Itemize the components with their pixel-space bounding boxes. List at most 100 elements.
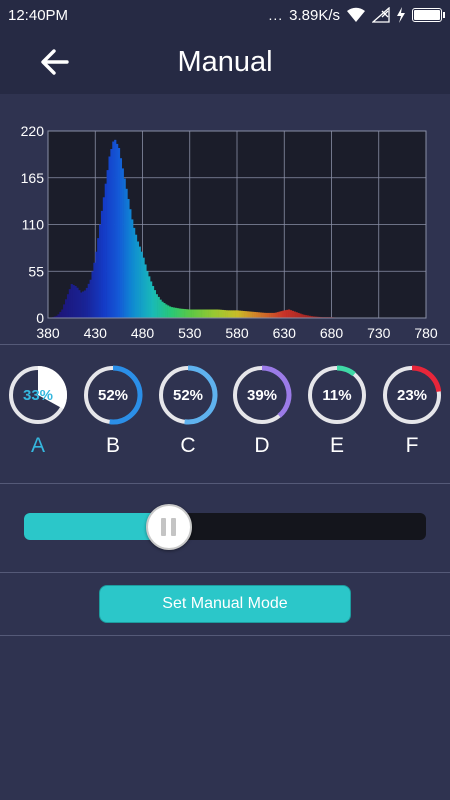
- spectrum-bar: [133, 227, 136, 318]
- spectrum-bar: [227, 310, 230, 318]
- channel-percent: 52%: [172, 386, 204, 404]
- spectrum-bar: [157, 296, 160, 318]
- spectrum-bar: [80, 292, 83, 318]
- channel-selector: 33% A 52% B 52% C 39% D 11% E 23% F: [0, 356, 450, 466]
- spectrum-bar: [214, 309, 217, 318]
- spectrum-bar: [168, 306, 172, 318]
- spectrum-bar: [78, 290, 81, 318]
- spectrum-bar: [244, 311, 247, 318]
- spectrum-bar: [151, 286, 155, 318]
- spectrum-bar: [106, 170, 109, 318]
- spectrum-bar: [57, 314, 60, 318]
- x-tick-label: 430: [84, 325, 108, 341]
- spectrum-bar: [269, 312, 272, 318]
- back-button[interactable]: [30, 42, 80, 82]
- spectrum-bar: [95, 251, 98, 318]
- channel-e[interactable]: 11% E: [306, 364, 368, 464]
- spectrum-bar: [142, 257, 145, 318]
- spectrum-bar: [66, 294, 70, 318]
- spectrum-bar: [208, 309, 211, 318]
- spectrum-bar: [93, 262, 96, 318]
- channel-percent: 33%: [22, 386, 54, 404]
- set-manual-mode-button[interactable]: Set Manual Mode: [99, 585, 351, 623]
- spectrum-bar: [185, 309, 189, 318]
- x-tick-label: 780: [414, 325, 438, 341]
- spectrum-bar: [187, 309, 191, 318]
- spectrum-bar: [91, 271, 94, 318]
- spectrum-bar: [163, 303, 166, 318]
- divider-slider: [0, 572, 450, 573]
- channel-letter: C: [180, 434, 196, 457]
- spectrum-bar: [282, 310, 285, 318]
- spectrum-bar: [246, 311, 249, 318]
- arrow-left-icon: [41, 49, 69, 75]
- spectrum-bar: [159, 299, 162, 318]
- spectrum-bar: [288, 309, 291, 318]
- spectrum-bar: [174, 307, 177, 318]
- spectrum-bar: [114, 139, 117, 318]
- spectrum-bar: [216, 309, 219, 318]
- x-tick-label: 580: [225, 325, 249, 341]
- spectrum-bar: [184, 309, 187, 318]
- spectrum-bar: [165, 304, 168, 318]
- spectrum-bar: [180, 308, 183, 318]
- spectrum-bar: [59, 311, 62, 318]
- spectrum-bar: [229, 310, 232, 318]
- network-speed: 3.89K/s: [289, 6, 340, 24]
- channel-c[interactable]: 52% C: [157, 364, 219, 464]
- spectrum-bar: [252, 311, 255, 318]
- page-title: Manual: [177, 45, 273, 78]
- spectrum-bar: [195, 309, 198, 318]
- spectrum-bar: [150, 281, 153, 318]
- spectrum-bar: [110, 149, 113, 318]
- y-tick-label: 0: [36, 310, 44, 326]
- channel-letter: A: [30, 434, 45, 457]
- spectrum-bar: [255, 312, 259, 318]
- spectrum-bar: [127, 199, 130, 318]
- spectrum-bar: [191, 309, 194, 318]
- spectrum-bar: [82, 291, 85, 318]
- intensity-slider[interactable]: [24, 504, 426, 550]
- spectrum-bar: [68, 289, 71, 318]
- channel-percent: 23%: [396, 386, 428, 404]
- channel-a[interactable]: 33% A: [7, 364, 69, 464]
- spectrum-bar: [276, 312, 279, 318]
- spectrum-bar: [259, 312, 262, 318]
- spectrum-bar: [131, 219, 134, 318]
- spectrum-bar: [223, 310, 226, 318]
- spectrum-bar: [242, 310, 245, 318]
- channel-b[interactable]: 52% B: [82, 364, 144, 464]
- status-bar: 12:40PM ... 3.89K/s: [0, 0, 450, 30]
- spectrum-bar: [297, 312, 300, 318]
- x-tick-label: 530: [178, 325, 202, 341]
- channel-f[interactable]: 23% F: [381, 364, 443, 464]
- spectrum-bar: [299, 313, 302, 318]
- channel-letter: F: [405, 434, 419, 457]
- slider-thumb[interactable]: [145, 504, 192, 550]
- spectrum-bar: [286, 309, 289, 318]
- spectrum-bar: [231, 310, 234, 318]
- spectrum-bar: [291, 310, 294, 318]
- channel-d[interactable]: 39% D: [231, 364, 293, 464]
- spectrum-bar: [293, 311, 296, 318]
- spectrum-bar: [212, 309, 215, 318]
- spectrum-bar: [108, 156, 111, 318]
- channel-letter: E: [329, 434, 344, 457]
- spectrum-bar: [172, 307, 175, 318]
- y-tick-label: 165: [21, 170, 45, 186]
- spectrum-bar: [221, 309, 225, 318]
- channel-percent: 52%: [97, 386, 129, 404]
- battery-icon: [412, 8, 445, 22]
- spectrum-bar: [267, 312, 270, 318]
- channel-percent: 11%: [322, 386, 352, 404]
- spectrum-bar: [238, 310, 242, 318]
- spectrum-bar: [153, 290, 157, 318]
- spectrum-bar: [178, 308, 181, 318]
- app-bar: Manual: [0, 30, 450, 94]
- pause-bar-icon: [161, 518, 167, 536]
- spectrum-bar: [274, 312, 277, 318]
- spectrum-bar: [123, 178, 126, 318]
- spectrum-bar: [76, 287, 79, 318]
- divider-channels: [0, 483, 450, 484]
- spectrum-bar: [70, 284, 73, 318]
